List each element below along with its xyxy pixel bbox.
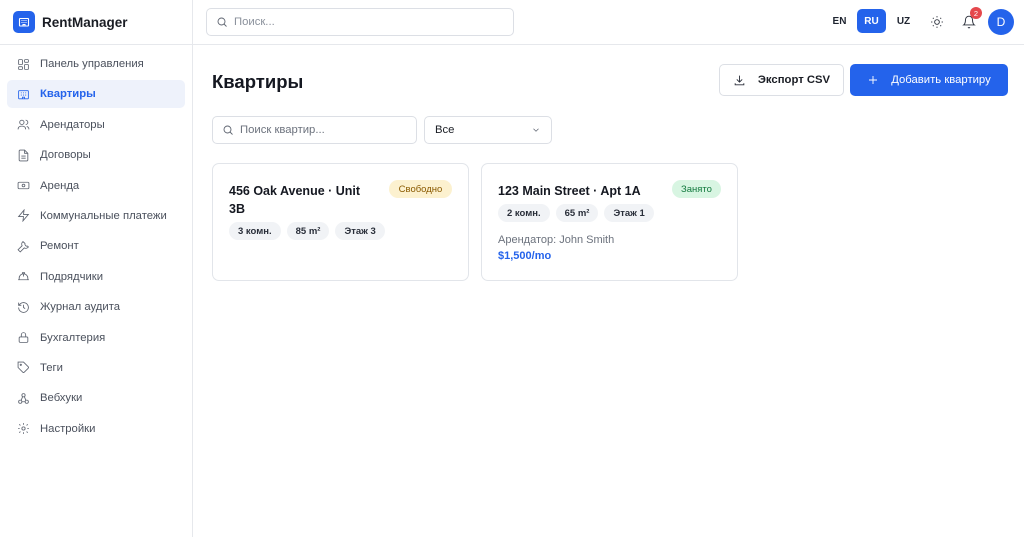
page-title: Квартиры: [212, 71, 304, 92]
lock-icon: [16, 331, 30, 345]
webhook-icon: [16, 391, 30, 405]
sidebar-item-label: Настройки: [40, 422, 96, 435]
main-content: Квартиры Экспорт CSV Добавить квартиру П…: [193, 45, 1024, 537]
rent-amount: $1,500/mo: [498, 250, 552, 262]
sidebar-item-label: Вебхуки: [40, 392, 83, 405]
sidebar: RentManager Панель управления Квартиры А…: [0, 0, 193, 537]
search-icon: [217, 17, 227, 27]
hardhat-icon: [16, 270, 30, 284]
sidebar-item-tenants[interactable]: Арендаторы: [7, 111, 185, 139]
floor-pill: Этаж 3: [335, 222, 385, 240]
sidebar-item-audit-log[interactable]: Журнал аудита: [7, 293, 185, 321]
sidebar-item-label: Теги: [40, 361, 63, 374]
status-badge: Свободно: [389, 180, 452, 198]
rooms-pill: 2 комн.: [498, 204, 550, 222]
sidebar-item-apartments[interactable]: Квартиры: [7, 80, 185, 109]
sidebar-item-label: Коммунальные платежи: [40, 209, 167, 222]
sidebar-item-contractors[interactable]: Подрядчики: [7, 263, 185, 291]
apartment-card-title: 123 Main Street · Apt 1A: [498, 184, 641, 198]
sidebar-item-webhooks[interactable]: Вебхуки: [7, 384, 185, 412]
apartment-search-input[interactable]: Поиск квартир...: [212, 116, 417, 144]
sidebar-item-utilities[interactable]: Коммунальные платежи: [7, 202, 185, 230]
apartment-card-details: 2 комн. 65 m² Этаж 1: [498, 204, 660, 222]
export-csv-label: Экспорт CSV: [757, 74, 831, 86]
area-pill: 85 m²: [286, 222, 330, 240]
add-apartment-button[interactable]: Добавить квартиру: [850, 64, 1008, 96]
add-apartment-label: Добавить квартиру: [891, 74, 991, 86]
sidebar-item-repairs[interactable]: Ремонт: [7, 232, 185, 260]
sidebar-item-label: Договоры: [40, 149, 91, 162]
users-icon: [16, 118, 30, 132]
sidebar-item-label: Бухгалтерия: [40, 331, 106, 344]
rooms-pill: 3 комн.: [229, 222, 281, 240]
brand[interactable]: RentManager: [0, 0, 192, 45]
global-search-placeholder: Поиск...: [234, 16, 275, 28]
wrench-icon: [16, 239, 30, 253]
apartment-card-details: 3 комн. 85 m² Этаж 3: [229, 222, 391, 240]
document-icon: [16, 148, 30, 162]
sidebar-item-contracts[interactable]: Договоры: [7, 141, 185, 169]
sidebar-item-label: Аренда: [40, 179, 80, 192]
sidebar-nav: Панель управления Квартиры Арендаторы До…: [0, 45, 192, 450]
apartment-card[interactable]: 123 Main Street · Apt 1A Занято 2 комн. …: [481, 163, 738, 281]
dashboard-icon: [16, 57, 30, 71]
language-uz-button[interactable]: UZ: [889, 9, 918, 33]
apartment-search-placeholder: Поиск квартир...: [240, 124, 325, 136]
avatar[interactable]: D: [988, 9, 1014, 35]
banknote-icon: [16, 179, 30, 193]
export-csv-button[interactable]: Экспорт CSV: [719, 64, 844, 96]
chevron-down-icon: [533, 128, 539, 132]
language-en-button[interactable]: EN: [825, 9, 854, 33]
area-pill: 65 m²: [555, 204, 599, 222]
sidebar-item-label: Ремонт: [40, 240, 79, 253]
sidebar-item-label: Журнал аудита: [40, 301, 121, 314]
apartment-card[interactable]: 456 Oak Avenue · Unit 3B Свободно 3 комн…: [212, 163, 469, 281]
sidebar-item-settings[interactable]: Настройки: [7, 415, 185, 443]
tenant-label: Арендатор: John Smith: [498, 234, 615, 246]
status-badge: Занято: [672, 180, 721, 198]
download-icon: [734, 75, 745, 85]
zap-icon: [16, 209, 30, 223]
building-icon: [13, 11, 35, 33]
sidebar-item-label: Подрядчики: [40, 270, 104, 283]
notification-count-badge: 2: [970, 7, 982, 19]
sun-icon: [931, 16, 943, 28]
plus-icon: [869, 76, 878, 84]
apartment-card-title: 456 Oak Avenue · Unit 3B: [229, 184, 361, 216]
sidebar-item-label: Арендаторы: [40, 118, 105, 131]
theme-toggle-button[interactable]: [926, 11, 948, 33]
global-search-input[interactable]: Поиск...: [206, 8, 514, 36]
brand-name: RentManager: [42, 14, 128, 30]
status-filter-select[interactable]: Все: [424, 116, 552, 144]
gear-icon: [16, 422, 30, 436]
sidebar-item-accounting[interactable]: Бухгалтерия: [7, 324, 185, 352]
status-filter-value: Все: [435, 124, 455, 136]
history-icon: [16, 300, 30, 314]
building-icon: [16, 87, 30, 101]
notifications-button[interactable]: 2: [958, 7, 982, 33]
tag-icon: [16, 361, 30, 375]
sidebar-item-tags[interactable]: Теги: [7, 354, 185, 382]
topbar: Поиск... EN RU UZ 2 D: [193, 0, 1024, 45]
sidebar-item-label: Панель управления: [40, 58, 144, 70]
language-ru-button[interactable]: RU: [857, 9, 886, 33]
sidebar-item-dashboard[interactable]: Панель управления: [7, 50, 185, 78]
sidebar-item-label: Квартиры: [40, 88, 96, 101]
search-icon: [223, 125, 233, 135]
sidebar-item-rent[interactable]: Аренда: [7, 172, 185, 200]
floor-pill: Этаж 1: [604, 204, 654, 222]
